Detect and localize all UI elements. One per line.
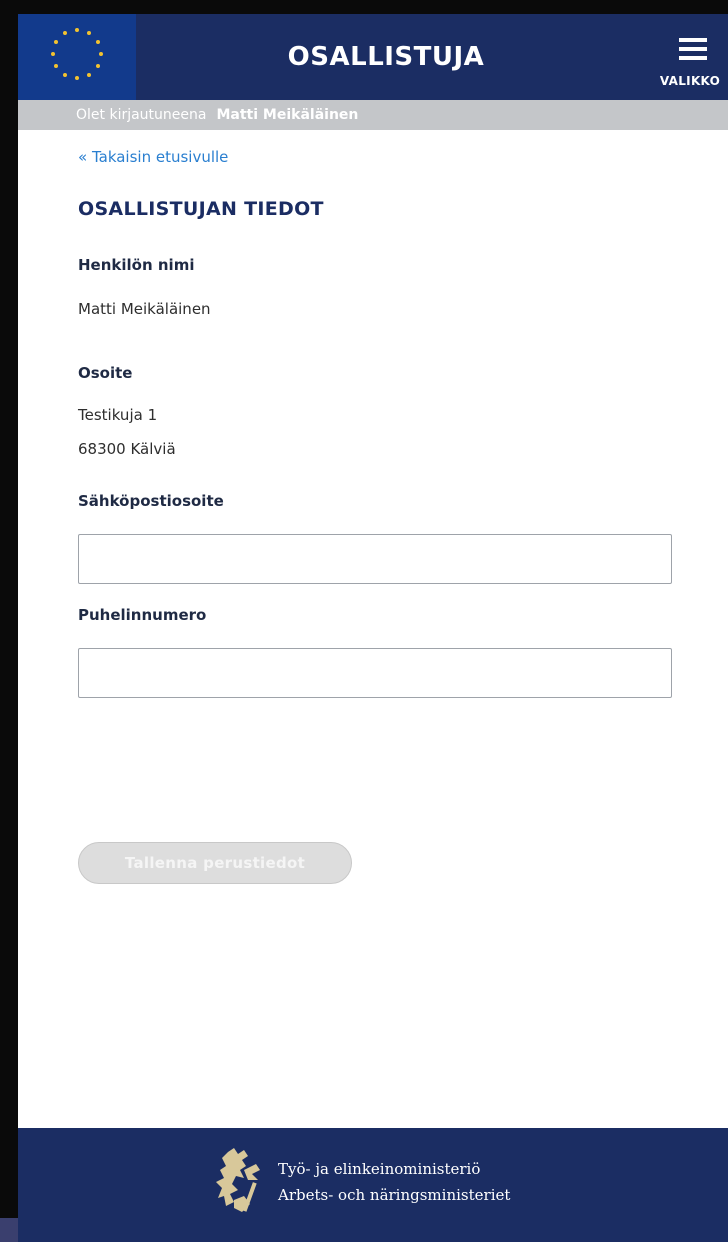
menu-label: VALIKKO xyxy=(659,74,721,88)
login-status-prefix: Olet kirjautuneena xyxy=(76,107,207,123)
device-frame: OSALLISTUJA VALIKKO Olet kirjautuneena M… xyxy=(0,0,728,1242)
address-line-1: Testikuja 1 xyxy=(78,406,158,424)
app-title: OSALLISTUJA xyxy=(287,42,485,72)
address-line-2: 68300 Kälviä xyxy=(78,440,176,458)
page-title: OSALLISTUJAN TIEDOT xyxy=(78,198,324,220)
eu-flag-icon xyxy=(18,14,136,100)
phone-field[interactable] xyxy=(78,648,672,698)
footer: Työ- ja elinkeinoministeriö Arbets- och … xyxy=(18,1128,728,1242)
lion-coat-of-arms-icon xyxy=(214,1146,266,1222)
ministry-name: Työ- ja elinkeinoministeriö Arbets- och … xyxy=(278,1156,510,1208)
top-header: OSALLISTUJA VALIKKO xyxy=(18,14,728,100)
hamburger-icon xyxy=(679,38,707,65)
save-basic-info-button[interactable]: Tallenna perustiedot xyxy=(78,842,352,884)
email-field[interactable] xyxy=(78,534,672,584)
ministry-name-fi: Työ- ja elinkeinoministeriö xyxy=(278,1160,481,1178)
logged-in-user-name: Matti Meikäläinen xyxy=(216,107,359,123)
name-label: Henkilön nimi xyxy=(78,256,195,274)
menu-button[interactable]: VALIKKO xyxy=(652,14,728,100)
address-label: Osoite xyxy=(78,364,133,382)
email-label: Sähköpostiosoite xyxy=(78,492,224,510)
name-value: Matti Meikäläinen xyxy=(78,300,211,318)
frame-corner xyxy=(0,1218,18,1242)
app-screen: OSALLISTUJA VALIKKO Olet kirjautuneena M… xyxy=(18,14,728,1242)
ministry-name-sv: Arbets- och näringsministeriet xyxy=(278,1186,511,1204)
back-to-home-link[interactable]: « Takaisin etusivulle xyxy=(78,148,228,166)
phone-label: Puhelinnumero xyxy=(78,606,207,624)
login-status-bar: Olet kirjautuneena Matti Meikäläinen xyxy=(18,100,728,130)
